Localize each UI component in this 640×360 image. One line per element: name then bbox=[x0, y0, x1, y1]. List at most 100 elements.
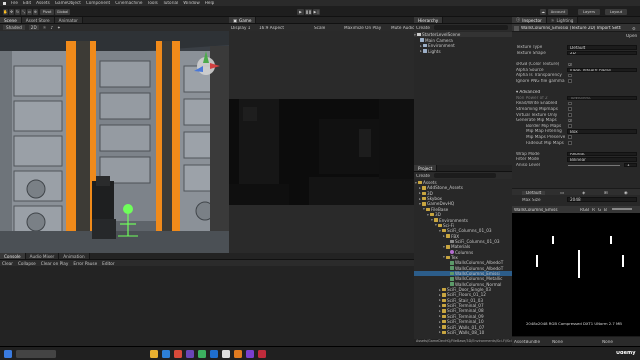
channel-rgb-toggle[interactable]: RGB bbox=[580, 208, 589, 212]
tab-console[interactable]: Console bbox=[0, 253, 26, 259]
layout-dropdown[interactable]: Layout bbox=[605, 8, 627, 15]
asset-variant-dropdown[interactable]: None bbox=[602, 340, 613, 344]
inspector-field-dropdown[interactable]: Default bbox=[567, 45, 637, 50]
menu-tools[interactable]: Tools bbox=[148, 1, 158, 5]
layers-dropdown[interactable]: Layers bbox=[578, 8, 600, 15]
chrome-icon[interactable] bbox=[174, 350, 182, 358]
menu-cinemachine[interactable]: Cinemachine bbox=[115, 1, 142, 5]
menu-help[interactable]: Help bbox=[205, 1, 215, 5]
menu-window[interactable]: Window bbox=[183, 1, 200, 5]
project-search-input[interactable] bbox=[434, 173, 496, 178]
asset-bundle-dropdown[interactable]: None bbox=[552, 340, 563, 344]
app-icon[interactable] bbox=[234, 350, 242, 358]
aniso-slider[interactable] bbox=[568, 164, 620, 166]
hierarchy-item-main-camera[interactable]: Main Camera bbox=[414, 38, 512, 43]
console-clear-button[interactable]: Clear bbox=[2, 261, 13, 266]
aniso-level-input[interactable]: 1 bbox=[624, 162, 637, 168]
lighting-toggle-icon[interactable]: ☼ bbox=[43, 25, 47, 30]
step-button[interactable]: ▶❘ bbox=[313, 8, 320, 15]
aspect-dropdown[interactable]: 16:9 Aspect bbox=[259, 26, 284, 30]
display-dropdown[interactable]: Display 1 bbox=[231, 26, 250, 30]
inspector-field-checkbox[interactable]: ✓ bbox=[568, 62, 572, 67]
console-collapse-button[interactable]: Collapse bbox=[18, 261, 36, 266]
console-clear-on-play-toggle[interactable]: Clear on Play bbox=[41, 261, 69, 266]
menu-tutorial[interactable]: Tutorial bbox=[163, 1, 178, 5]
inspector-field-dropdown[interactable]: Bilinear bbox=[567, 157, 637, 162]
channel-b-toggle[interactable]: B bbox=[604, 208, 607, 212]
maximize-on-play-toggle[interactable]: Maximize On Play bbox=[344, 26, 381, 30]
inspector-settings-icon[interactable]: ⚙ bbox=[632, 26, 636, 31]
max-size-dropdown[interactable]: 2048 bbox=[567, 197, 637, 202]
inspector-field-checkbox[interactable] bbox=[568, 140, 572, 145]
hand-tool-icon[interactable]: ✋ bbox=[3, 8, 8, 15]
channel-r-toggle[interactable]: R bbox=[592, 208, 595, 212]
project-create-button[interactable]: Create bbox=[416, 174, 430, 178]
app-icon[interactable] bbox=[186, 350, 194, 358]
mip-level-slider[interactable] bbox=[612, 208, 632, 210]
platform-windows-icon[interactable]: ⊞ bbox=[604, 190, 608, 195]
inspector-field-checkbox[interactable] bbox=[568, 107, 572, 111]
edge-icon[interactable] bbox=[162, 350, 170, 358]
tab-game[interactable]: ▣ Game bbox=[229, 17, 257, 23]
vscode-icon[interactable] bbox=[210, 350, 218, 358]
inspector-field-dropdown[interactable]: 2D bbox=[567, 50, 637, 56]
inspector-field-checkbox[interactable] bbox=[568, 73, 572, 78]
rotate-tool-icon[interactable]: ↻ bbox=[15, 8, 20, 15]
hierarchy-search-input[interactable] bbox=[434, 25, 508, 30]
channel-g-toggle[interactable]: G bbox=[598, 208, 601, 212]
platform-default-tab[interactable]: Default bbox=[522, 190, 546, 195]
mute-audio-toggle[interactable]: Mute Audio bbox=[391, 26, 415, 30]
account-dropdown[interactable]: Account bbox=[548, 8, 568, 15]
app-icon[interactable] bbox=[198, 350, 206, 358]
platform-pc-icon[interactable]: ▭ bbox=[560, 190, 564, 195]
app-icon[interactable] bbox=[258, 350, 266, 358]
scene-viewport[interactable] bbox=[0, 31, 229, 253]
rect-tool-icon[interactable]: ▭ bbox=[27, 8, 32, 15]
inspector-field-dropdown[interactable]: ToNearest bbox=[567, 95, 637, 101]
shading-mode-dropdown[interactable]: Shaded bbox=[3, 25, 25, 30]
inspector-open-button[interactable]: Open bbox=[626, 34, 637, 38]
search-box[interactable] bbox=[16, 350, 56, 358]
menu-gameobject[interactable]: GameObject bbox=[55, 1, 81, 5]
inspector-field-dropdown[interactable]: Repeat bbox=[567, 151, 637, 157]
tab-audio-mixer[interactable]: Audio Mixer bbox=[25, 253, 60, 259]
inspector-field-checkbox[interactable] bbox=[568, 112, 572, 117]
tab-scene[interactable]: Scene bbox=[0, 17, 22, 23]
console-error-pause-toggle[interactable]: Error Pause bbox=[73, 261, 97, 266]
tab-asset-store[interactable]: Asset Store bbox=[21, 17, 55, 23]
transform-tool-icon[interactable]: ⊕ bbox=[33, 8, 38, 15]
collab-icon[interactable]: ☁ bbox=[540, 8, 546, 15]
inspector-field-checkbox[interactable]: ✓ bbox=[568, 118, 572, 123]
hierarchy-item-environment[interactable]: ▸ Environment bbox=[414, 43, 512, 48]
start-menu-icon[interactable] bbox=[4, 350, 12, 358]
inspector-field-checkbox[interactable] bbox=[568, 135, 572, 139]
tab-animation[interactable]: Animation bbox=[59, 253, 90, 259]
move-tool-icon[interactable]: ✥ bbox=[9, 8, 14, 15]
inspector-field-checkbox[interactable] bbox=[568, 101, 572, 106]
play-button[interactable]: ▶ bbox=[297, 8, 304, 15]
tab-hierarchy[interactable]: Hierarchy bbox=[414, 17, 444, 23]
console-editor-dropdown[interactable]: Editor bbox=[102, 261, 114, 266]
inspector-field-label[interactable]: ▾ Advanced bbox=[516, 90, 540, 94]
tab-animator[interactable]: Animator bbox=[54, 17, 83, 23]
audio-toggle-icon[interactable]: ♪ bbox=[50, 25, 53, 30]
hierarchy-scene-row[interactable]: ▾ StarterLevelScene bbox=[414, 32, 512, 38]
console-log-area[interactable] bbox=[0, 266, 414, 346]
inspector-field-dropdown[interactable]: Box bbox=[567, 129, 637, 134]
menu-assets[interactable]: Assets bbox=[36, 1, 50, 5]
app-icon[interactable] bbox=[246, 350, 254, 358]
unity-icon[interactable] bbox=[222, 350, 230, 358]
tab-lighting[interactable]: ☼ Lighting bbox=[546, 17, 579, 23]
explorer-icon[interactable] bbox=[150, 350, 158, 358]
2d-toggle[interactable]: 2D bbox=[28, 25, 39, 30]
inspector-field-dropdown[interactable]: Input Texture Alpha bbox=[567, 67, 637, 73]
menu-component[interactable]: Component bbox=[86, 1, 110, 5]
menu-edit[interactable]: Edit bbox=[23, 1, 31, 5]
inspector-field-checkbox[interactable] bbox=[568, 79, 572, 83]
tab-project[interactable]: Project bbox=[414, 165, 438, 171]
inspector-field-checkbox[interactable] bbox=[568, 124, 572, 128]
hierarchy-item-lights[interactable]: ▸ Lights bbox=[414, 49, 512, 54]
scale-tool-icon[interactable]: ⤡ bbox=[21, 8, 26, 15]
pivot-toggle[interactable]: Pivot bbox=[40, 8, 54, 15]
menu-file[interactable]: File bbox=[11, 1, 18, 5]
